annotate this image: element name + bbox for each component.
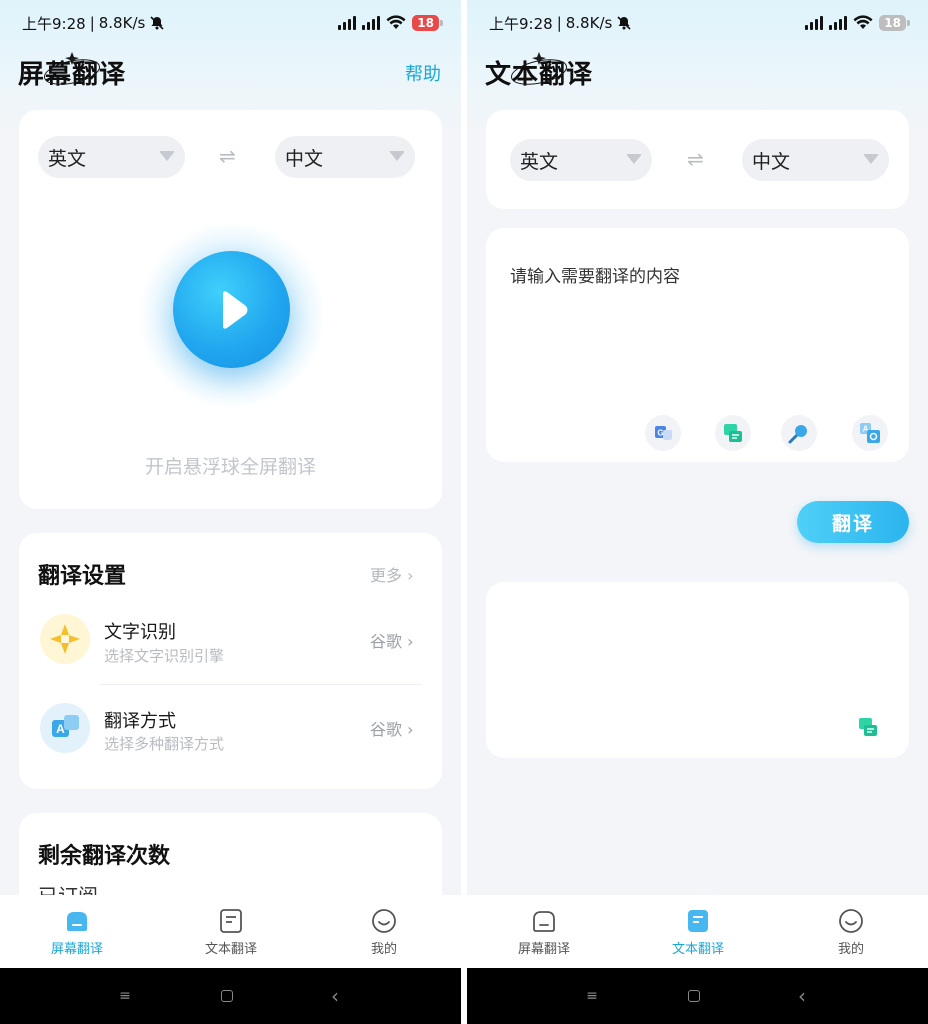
chevron-right-icon: › [407, 566, 414, 585]
title-orbit-decoration [44, 52, 100, 85]
svg-text:A: A [56, 722, 65, 736]
nav-screen-translate[interactable]: 屏幕翻译 [17, 895, 137, 968]
home-button-icon[interactable] [221, 990, 233, 1002]
dropdown-arrow-icon [626, 154, 642, 164]
svg-text:G: G [657, 429, 663, 438]
mute-bell-icon [617, 16, 631, 30]
target-language-label: 中文 [285, 147, 324, 170]
home-button-icon[interactable] [688, 990, 700, 1002]
signal-icon [805, 16, 824, 30]
signal-icon-2 [362, 16, 381, 30]
target-language-label: 中文 [752, 150, 791, 173]
nav-mine[interactable]: 我的 [324, 895, 444, 968]
screen-translate-phone: 上午9:28 | 8.8K/s 18 屏幕翻译 帮助 英文 ⇌ 中文 开启悬浮球… [0, 0, 461, 1024]
copy-result-icon[interactable] [855, 714, 885, 744]
method-setting-value[interactable]: 谷歌 › [370, 716, 414, 740]
image-translate-icon[interactable]: A [852, 415, 888, 451]
wifi-icon [386, 15, 406, 29]
translation-result-card [486, 582, 909, 758]
more-label: 更多 [370, 566, 403, 585]
status-bar: 上午9:28 | 8.8K/s 18 [489, 10, 910, 36]
title-orbit-decoration [511, 52, 567, 85]
google-translate-icon[interactable]: G [645, 415, 681, 451]
swap-languages-icon[interactable]: ⇌ [687, 147, 704, 171]
bottom-navigation: 屏幕翻译 文本翻译 我的 [467, 895, 928, 968]
system-navigation-bar: ≡ ‹ [0, 968, 461, 1024]
signal-icon-2 [829, 16, 848, 30]
ocr-setting-title[interactable]: 文字识别 [104, 618, 176, 644]
nav-label: 屏幕翻译 [50, 942, 103, 957]
smile-icon [839, 909, 863, 933]
status-separator: | [89, 14, 95, 32]
battery-indicator: 18 [879, 15, 910, 31]
ocr-setting-subtitle: 选择文字识别引擎 [104, 647, 225, 665]
source-language-select[interactable]: 英文 [38, 136, 185, 178]
signal-icon [338, 16, 357, 30]
network-speed: 8.8K/s [565, 14, 613, 32]
text-input-placeholder[interactable]: 请输入需要翻译的内容 [510, 262, 680, 287]
dropdown-arrow-icon [863, 154, 879, 164]
nav-text-translate[interactable]: 文本翻译 [171, 895, 291, 968]
ocr-setting-value[interactable]: 谷歌 › [370, 628, 414, 652]
divider [100, 684, 422, 685]
source-language-label: 英文 [48, 147, 87, 170]
home-icon [67, 912, 87, 931]
system-navigation-bar: ≡ ‹ [467, 968, 928, 1024]
wifi-icon [853, 15, 873, 29]
settings-more-link[interactable]: 更多 › [370, 562, 414, 586]
translate-button[interactable]: 翻译 [797, 501, 909, 543]
nav-label: 文本翻译 [671, 942, 724, 957]
status-time: 上午9:28 [22, 14, 86, 33]
target-language-select[interactable]: 中文 [275, 136, 415, 178]
bottom-navigation: 屏幕翻译 文本翻译 我的 [0, 895, 461, 968]
ocr-engine-icon [40, 614, 90, 664]
source-language-label: 英文 [520, 150, 559, 173]
battery-indicator: 18 [412, 15, 443, 31]
nav-label: 文本翻译 [204, 942, 257, 957]
nav-mine[interactable]: 我的 [791, 895, 911, 968]
status-time: 上午9:28 [489, 14, 553, 33]
smile-icon [372, 909, 396, 933]
back-icon[interactable]: ‹ [326, 984, 344, 1008]
translate-method-icon: A [40, 703, 90, 753]
help-link[interactable]: 帮助 [405, 60, 441, 86]
chat-translate-icon[interactable] [715, 415, 751, 451]
source-language-select[interactable]: 英文 [510, 139, 652, 181]
search-icon[interactable] [781, 415, 817, 451]
play-icon [223, 291, 248, 329]
nav-label: 我的 [370, 942, 397, 957]
nav-text-translate[interactable]: 文本翻译 [638, 895, 758, 968]
swap-languages-icon[interactable]: ⇌ [219, 144, 236, 168]
document-icon [220, 909, 242, 933]
target-language-select[interactable]: 中文 [742, 139, 889, 181]
settings-title: 翻译设置 [38, 564, 127, 589]
text-translate-phone: 上午9:28 | 8.8K/s 18 文本翻译 英文 ⇌ 中文 请输入需要翻译的… [467, 0, 928, 1024]
document-icon [688, 910, 708, 932]
mute-bell-icon [150, 16, 164, 30]
chevron-right-icon: › [407, 632, 414, 651]
method-setting-title[interactable]: 翻译方式 [104, 707, 176, 733]
status-separator: | [556, 14, 562, 32]
menu-icon[interactable]: ≡ [116, 988, 134, 1004]
nav-screen-translate[interactable]: 屏幕翻译 [484, 895, 604, 968]
dropdown-arrow-icon [389, 151, 405, 161]
method-value-label: 谷歌 [370, 720, 403, 739]
nav-label: 屏幕翻译 [517, 942, 570, 957]
menu-icon[interactable]: ≡ [583, 988, 601, 1004]
chevron-right-icon: › [407, 720, 414, 739]
ocr-value-label: 谷歌 [370, 632, 403, 651]
dropdown-arrow-icon [159, 151, 175, 161]
start-hint-text: 开启悬浮球全屏翻译 [144, 456, 316, 478]
nav-label: 我的 [837, 942, 864, 957]
status-bar: 上午9:28 | 8.8K/s 18 [22, 10, 443, 36]
network-speed: 8.8K/s [98, 14, 146, 32]
remaining-title: 剩余翻译次数 [38, 844, 171, 869]
home-icon [533, 911, 555, 932]
back-icon[interactable]: ‹ [793, 984, 811, 1008]
method-setting-subtitle: 选择多种翻译方式 [104, 735, 225, 753]
